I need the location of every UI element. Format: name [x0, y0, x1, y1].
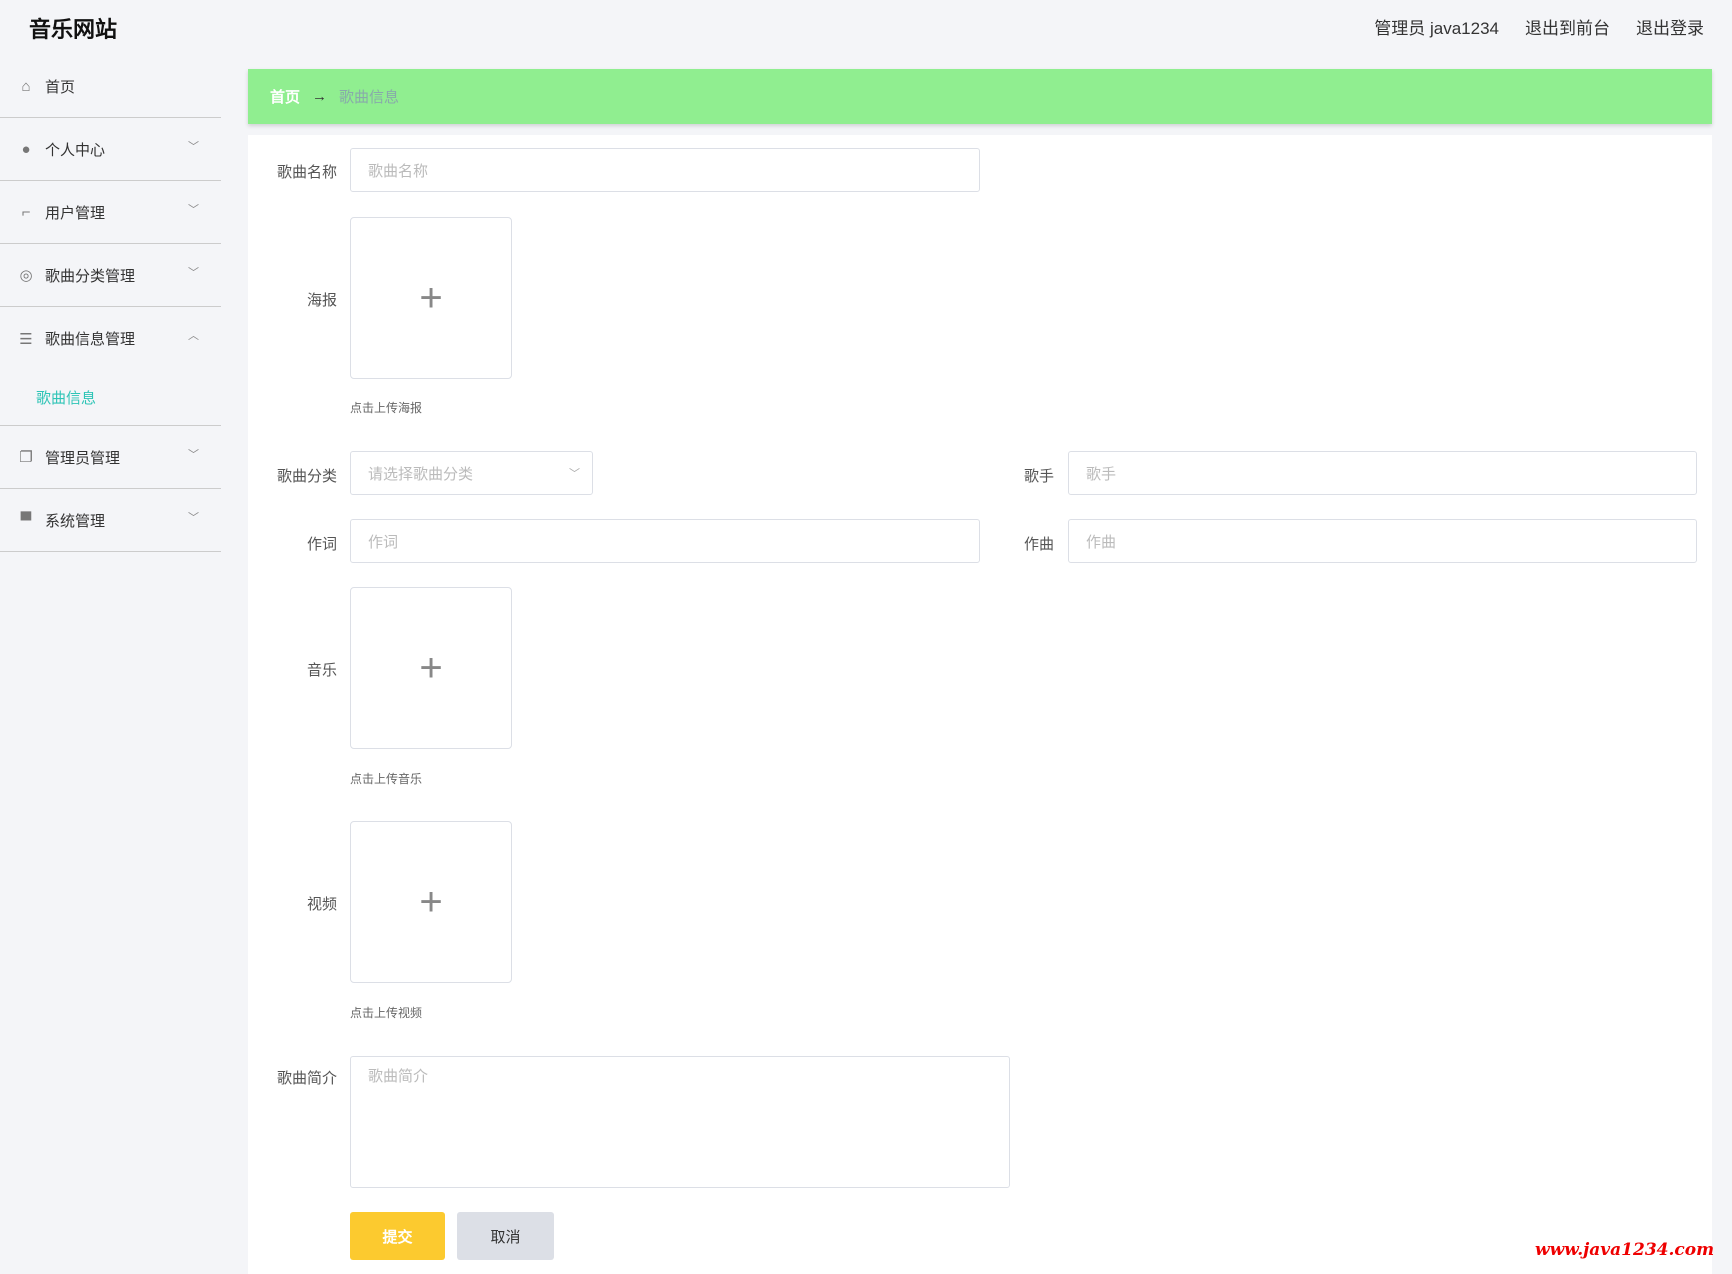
singer-input[interactable]: 歌手 — [1068, 451, 1697, 495]
sidebar-item-users[interactable]: ⌐ 用户管理 ﹀ — [0, 181, 221, 244]
sidebar: ⌂ 首页 ● 个人中心 ﹀ ⌐ 用户管理 ﹀ ◎ 歌曲分类管理 ﹀ ☰ 歌曲信息管理 ︿ 歌曲信息… — [0, 55, 221, 552]
compass-icon: ◎ — [19, 267, 33, 284]
sidebar-item-label: 管理员管理 — [45, 449, 121, 467]
music-upload[interactable]: + — [350, 587, 512, 749]
logout-link[interactable]: 退出登录 — [1636, 14, 1704, 39]
sidebar-item-songs[interactable]: ☰ 歌曲信息管理 ︿ — [0, 307, 221, 370]
lyricist-input[interactable]: 作词 — [350, 519, 980, 563]
sidebar-item-label: 首页 — [45, 78, 76, 96]
arrow-right-icon: → — [312, 88, 328, 105]
user-icon: ● — [21, 140, 31, 158]
chevron-down-icon: ﹀ — [188, 141, 199, 153]
song-name-input[interactable]: 歌曲名称 — [350, 148, 980, 192]
list-icon: ☰ — [19, 330, 33, 348]
chevron-up-icon: ︿ — [188, 330, 199, 342]
plus-icon: + — [419, 879, 443, 924]
top-header: 音乐网站 管理员 java1234 退出到前台 退出登录 — [0, 0, 1732, 55]
copy-icon: ❐ — [19, 449, 33, 466]
lyricist-label: 作词 — [306, 536, 337, 553]
breadcrumb-current: 歌曲信息 — [339, 89, 400, 106]
home-icon: ⌂ — [21, 77, 31, 95]
breadcrumb: 首页 → 歌曲信息 — [248, 69, 1712, 124]
monitor-icon: ▀ — [20, 511, 32, 529]
sidebar-item-home[interactable]: ⌂ 首页 — [0, 55, 221, 118]
plus-icon: + — [419, 275, 443, 320]
video-upload[interactable]: + — [350, 821, 512, 983]
composer-label: 作曲 — [1023, 536, 1054, 553]
watermark: www.java1234.com — [1535, 1240, 1715, 1260]
singer-label: 歌手 — [1023, 468, 1054, 485]
sidebar-item-system[interactable]: ▀ 系统管理 ﹀ — [0, 489, 221, 552]
video-label: 视频 — [306, 896, 337, 913]
plus-icon: + — [419, 645, 443, 690]
chevron-down-icon: ﹀ — [188, 512, 199, 524]
crop-icon: ⌐ — [21, 203, 31, 221]
category-placeholder: 请选择歌曲分类 — [368, 465, 474, 483]
music-label: 音乐 — [306, 662, 337, 679]
sidebar-item-label: 用户管理 — [45, 204, 106, 222]
category-label: 歌曲分类 — [276, 468, 337, 485]
poster-label: 海报 — [306, 292, 337, 309]
sidebar-item-categories[interactable]: ◎ 歌曲分类管理 ﹀ — [0, 244, 221, 307]
description-label: 歌曲简介 — [276, 1070, 337, 1087]
sidebar-subitem-song-info[interactable]: 歌曲信息 — [0, 370, 221, 426]
poster-upload-caption: 点击上传海报 — [350, 401, 423, 415]
submit-button[interactable]: 提交 — [350, 1212, 445, 1260]
breadcrumb-home[interactable]: 首页 — [270, 86, 300, 107]
song-name-label: 歌曲名称 — [276, 164, 337, 181]
sidebar-item-label: 系统管理 — [45, 512, 106, 530]
cancel-button[interactable]: 取消 — [457, 1212, 554, 1260]
admin-user-label: 管理员 java1234 — [1374, 19, 1499, 38]
chevron-down-icon: ﹀ — [188, 204, 199, 216]
sidebar-item-label: 歌曲信息管理 — [45, 331, 136, 348]
chevron-down-icon: ﹀ — [188, 449, 199, 461]
sidebar-item-profile[interactable]: ● 个人中心 ﹀ — [0, 118, 221, 181]
sidebar-item-label: 个人中心 — [45, 141, 106, 159]
site-title: 音乐网站 — [29, 17, 118, 42]
poster-upload[interactable]: + — [350, 217, 512, 379]
description-textarea[interactable]: 歌曲简介 — [350, 1056, 1010, 1188]
composer-input[interactable]: 作曲 — [1068, 519, 1697, 563]
music-upload-caption: 点击上传音乐 — [350, 772, 423, 786]
category-select[interactable]: 请选择歌曲分类 ﹀ — [350, 451, 593, 495]
video-upload-caption: 点击上传视频 — [350, 1006, 423, 1020]
chevron-down-icon: ﹀ — [188, 267, 199, 279]
chevron-down-icon: ﹀ — [569, 468, 580, 480]
sidebar-item-label: 歌曲分类管理 — [45, 267, 136, 285]
back-to-frontend-link[interactable]: 退出到前台 — [1525, 14, 1610, 39]
sidebar-item-admins[interactable]: ❐ 管理员管理 ﹀ — [0, 426, 221, 489]
